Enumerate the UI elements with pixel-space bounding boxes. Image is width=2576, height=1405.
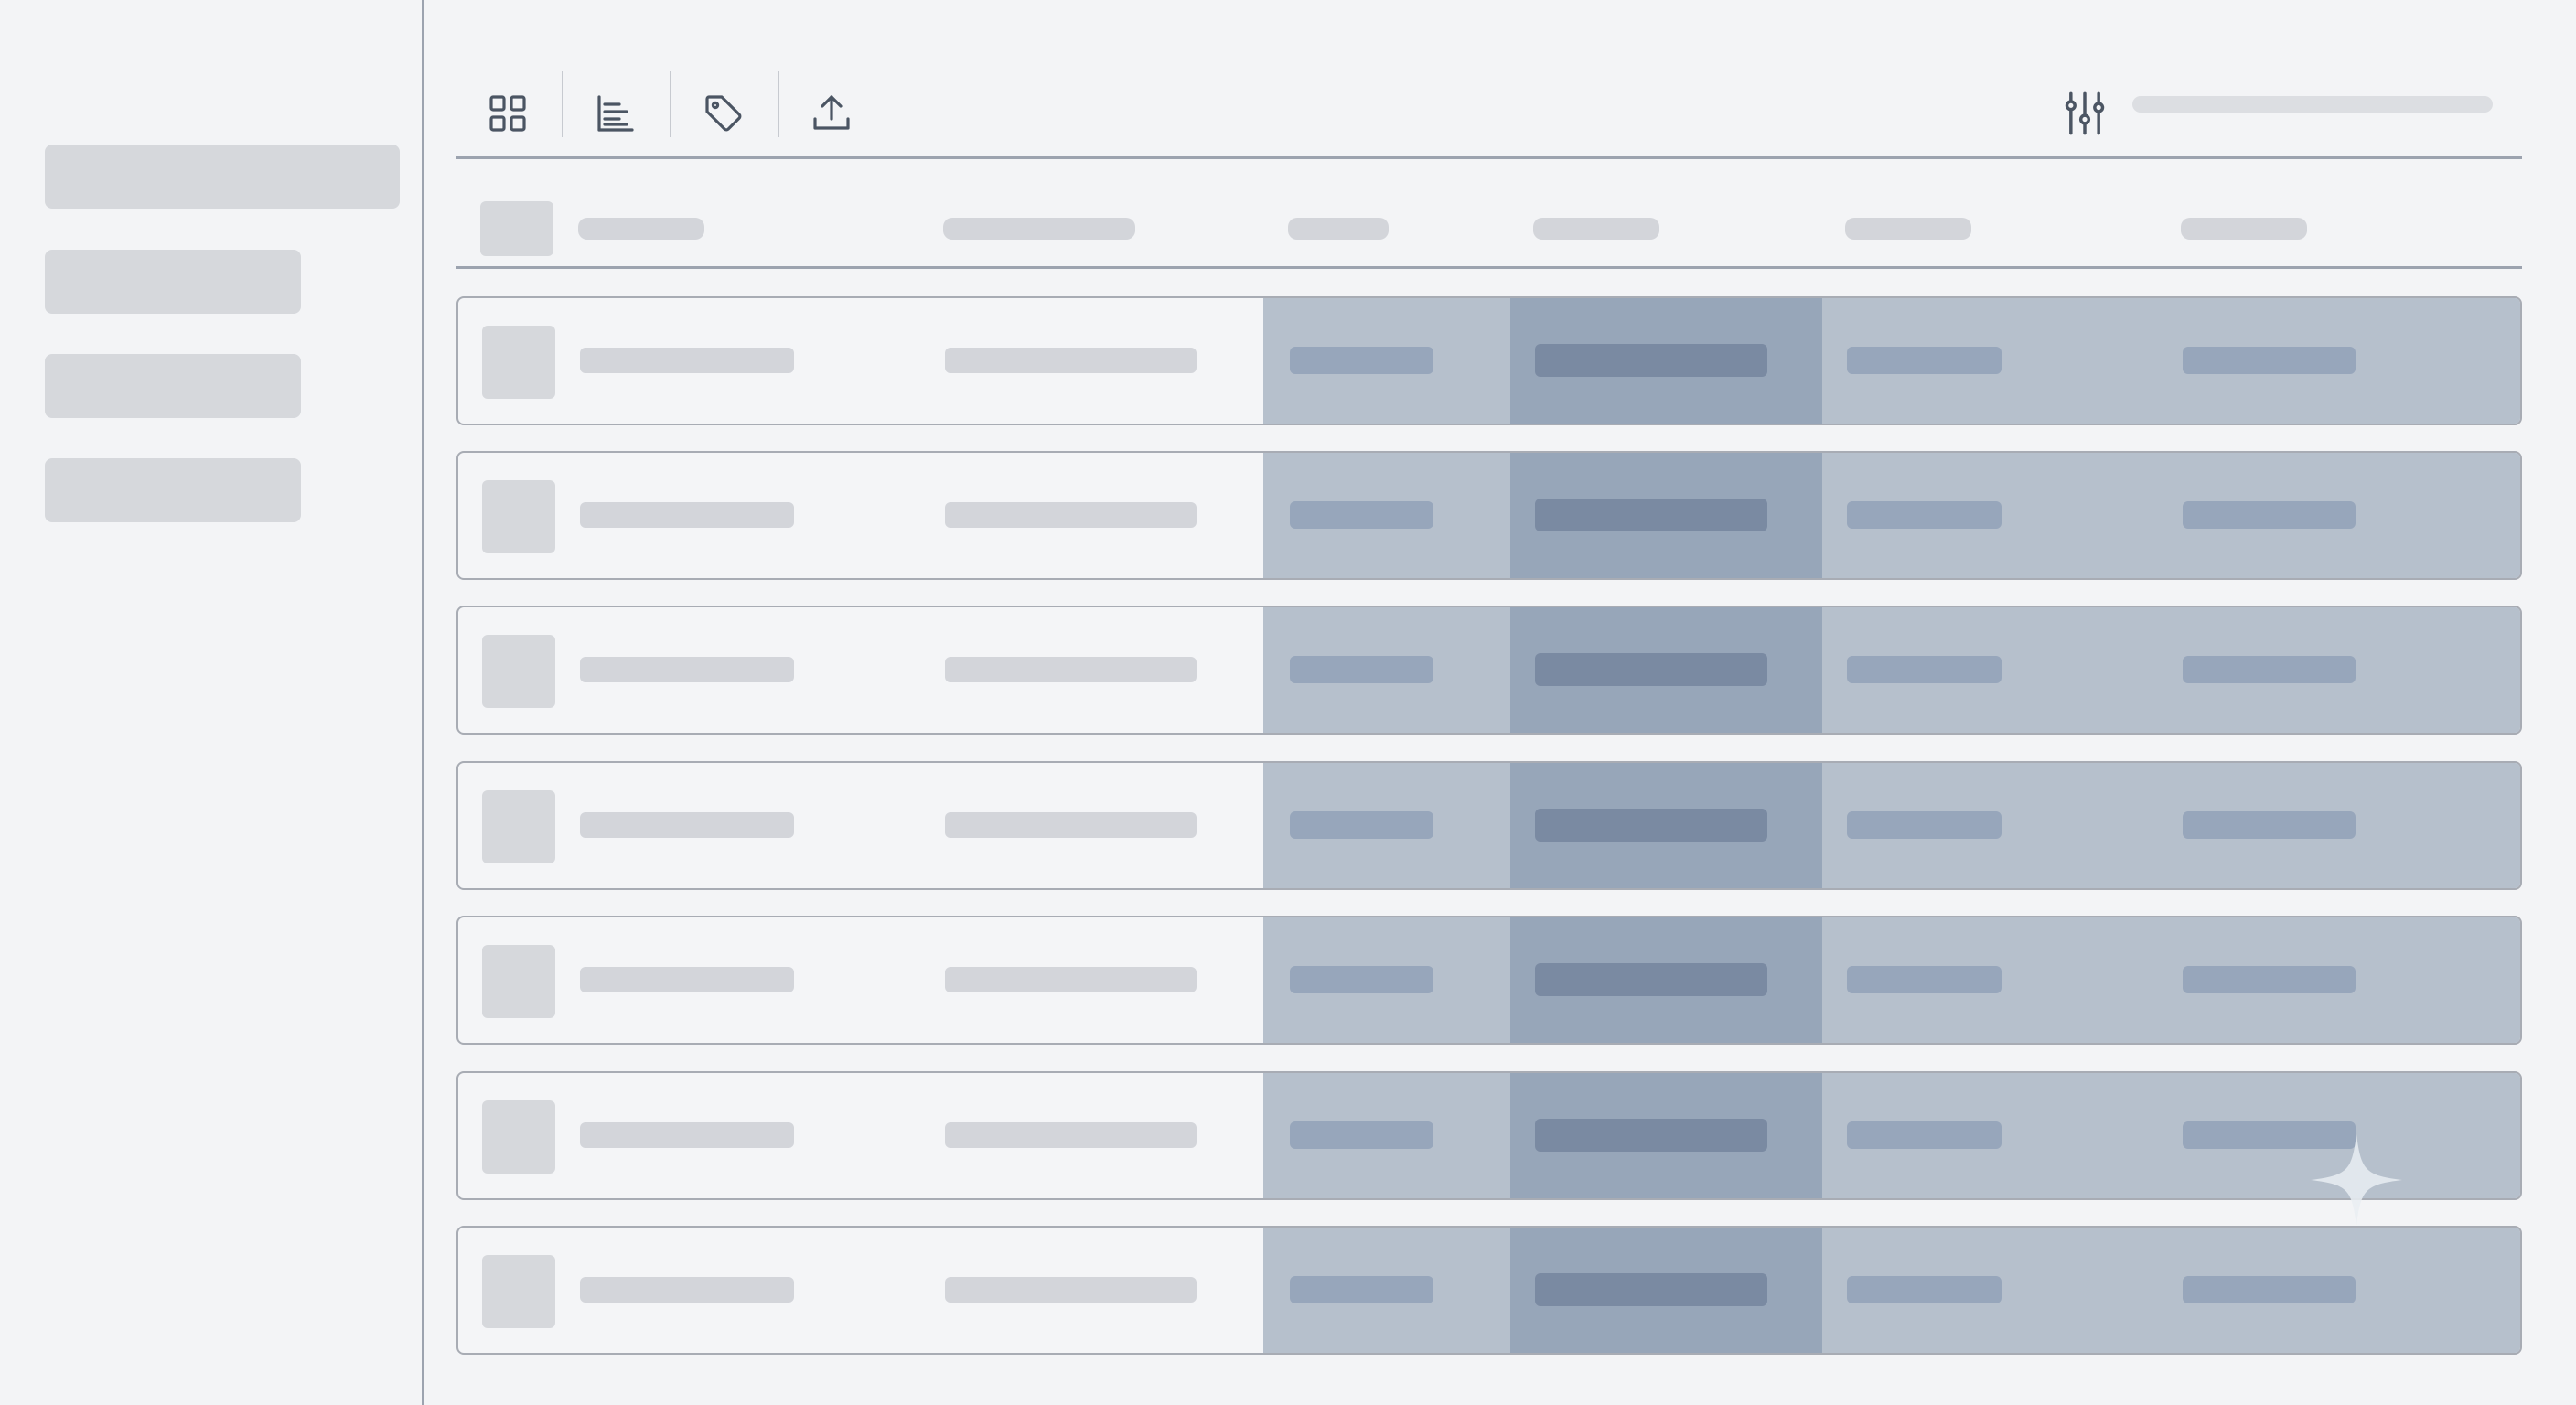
cell-placeholder xyxy=(1535,653,1767,686)
cell-placeholder xyxy=(945,657,1197,682)
row-thumbnail[interactable] xyxy=(482,945,555,1018)
sparkle-icon xyxy=(2311,1134,2402,1226)
filter-button[interactable] xyxy=(2048,77,2121,150)
table-row[interactable] xyxy=(456,1226,2522,1355)
cell-placeholder xyxy=(1290,347,1433,374)
grid-view-icon xyxy=(489,95,526,132)
cell-placeholder xyxy=(1847,501,2002,529)
toolbar-divider xyxy=(778,71,779,137)
cell-placeholder xyxy=(2183,347,2356,374)
table-row[interactable] xyxy=(456,761,2522,890)
cell-placeholder xyxy=(945,812,1197,838)
cell-placeholder xyxy=(2183,811,2356,839)
cell-placeholder xyxy=(1290,656,1433,683)
cell-placeholder xyxy=(1535,963,1767,996)
toolbar-divider xyxy=(562,71,564,137)
cell-placeholder xyxy=(945,1277,1197,1303)
search-input[interactable] xyxy=(2132,96,2493,113)
cell-placeholder xyxy=(1535,1119,1767,1152)
header-checkbox[interactable] xyxy=(480,201,553,256)
cell-placeholder xyxy=(1847,966,2002,993)
toolbar xyxy=(456,64,2522,159)
column-header[interactable] xyxy=(1845,218,1971,240)
cell-placeholder xyxy=(1290,966,1433,993)
cell-placeholder xyxy=(1847,811,2002,839)
column-header[interactable] xyxy=(2181,218,2307,240)
table-row[interactable] xyxy=(456,296,2522,425)
cell-placeholder xyxy=(945,967,1197,992)
sidebar xyxy=(0,0,424,1405)
cell-placeholder xyxy=(580,502,794,528)
cell-placeholder xyxy=(945,502,1197,528)
row-thumbnail[interactable] xyxy=(482,1255,555,1328)
cell-placeholder xyxy=(1290,811,1433,839)
cell-placeholder xyxy=(1535,344,1767,377)
row-thumbnail[interactable] xyxy=(482,635,555,708)
upload-button[interactable] xyxy=(795,77,868,150)
cell-placeholder xyxy=(1535,499,1767,531)
cell-placeholder xyxy=(580,657,794,682)
column-header[interactable] xyxy=(578,218,704,240)
sidebar-item-1[interactable] xyxy=(45,145,400,209)
cell-placeholder xyxy=(580,1122,794,1148)
cell-placeholder xyxy=(2183,656,2356,683)
cell-placeholder xyxy=(2183,1276,2356,1303)
align-left-icon xyxy=(597,95,634,132)
grid-view-button[interactable] xyxy=(471,77,544,150)
sliders-icon xyxy=(2065,91,2105,135)
tag-icon xyxy=(705,95,742,132)
align-left-button[interactable] xyxy=(579,77,652,150)
cell-placeholder xyxy=(580,1277,794,1303)
sidebar-item-2[interactable] xyxy=(45,250,301,314)
cell-placeholder xyxy=(1847,1276,2002,1303)
cell-placeholder xyxy=(2183,501,2356,529)
table-row[interactable] xyxy=(456,606,2522,735)
cell-placeholder xyxy=(1290,501,1433,529)
cell-placeholder xyxy=(945,348,1197,373)
column-header[interactable] xyxy=(943,218,1135,240)
cell-placeholder xyxy=(580,348,794,373)
sidebar-item-4[interactable] xyxy=(45,458,301,522)
table-row[interactable] xyxy=(456,451,2522,580)
cell-placeholder xyxy=(580,967,794,992)
table-header xyxy=(456,192,2522,269)
column-header[interactable] xyxy=(1288,218,1389,240)
cell-placeholder xyxy=(1290,1276,1433,1303)
row-thumbnail[interactable] xyxy=(482,790,555,863)
sidebar-item-3[interactable] xyxy=(45,354,301,418)
row-thumbnail[interactable] xyxy=(482,1100,555,1174)
cell-placeholder xyxy=(945,1122,1197,1148)
row-thumbnail[interactable] xyxy=(482,480,555,553)
row-thumbnail[interactable] xyxy=(482,326,555,399)
tag-button[interactable] xyxy=(687,77,760,150)
cell-placeholder xyxy=(1535,1273,1767,1306)
upload-icon xyxy=(813,95,850,130)
cell-placeholder xyxy=(1847,1121,2002,1149)
cell-placeholder xyxy=(1847,347,2002,374)
cell-placeholder xyxy=(1535,809,1767,842)
column-header[interactable] xyxy=(1533,218,1659,240)
cell-placeholder xyxy=(1847,656,2002,683)
table-row[interactable] xyxy=(456,1071,2522,1200)
cell-placeholder xyxy=(1290,1121,1433,1149)
cell-placeholder xyxy=(2183,966,2356,993)
table-row[interactable] xyxy=(456,916,2522,1045)
cell-placeholder xyxy=(580,812,794,838)
toolbar-divider xyxy=(670,71,671,137)
